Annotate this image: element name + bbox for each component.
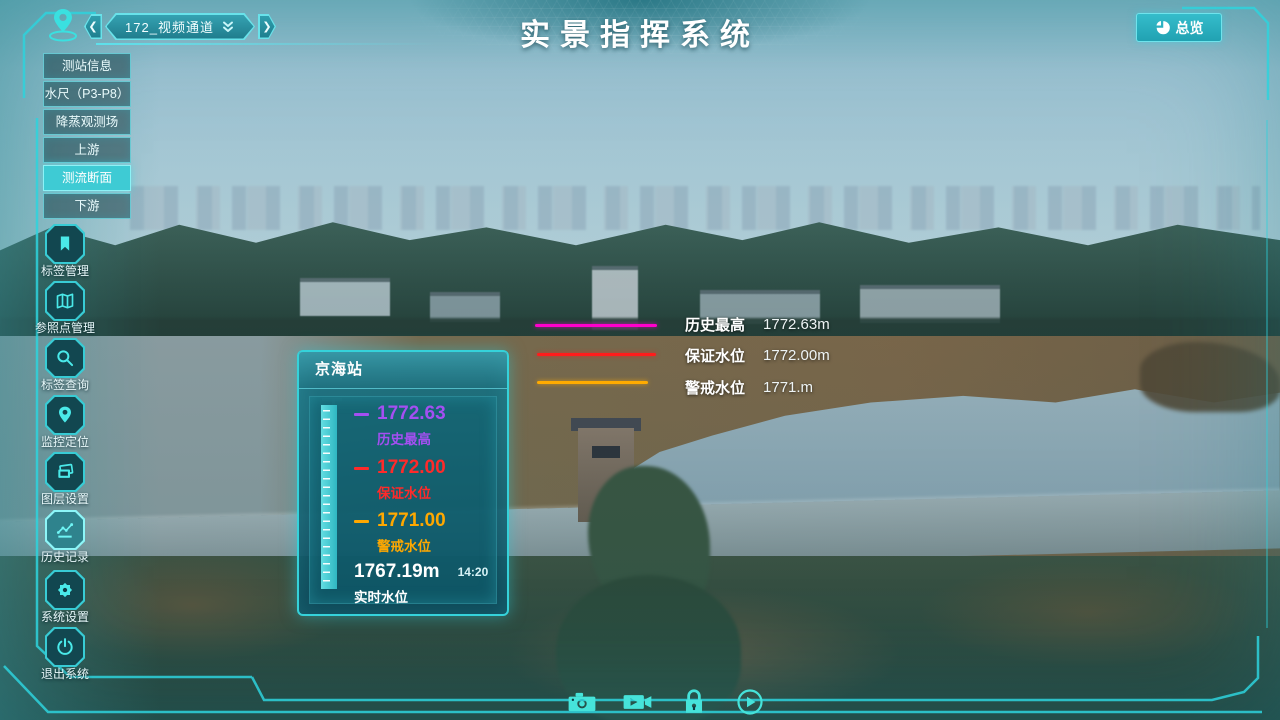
overlay-line-guarantee xyxy=(537,353,656,356)
layers-icon xyxy=(55,462,75,482)
chevron-right-icon: ❯ xyxy=(260,16,275,38)
station-panel-title: 京海站 xyxy=(299,352,507,389)
station-panel-body: 1772.63 历史最高 1772.00 保证水位 1771.00 警戒水位 1… xyxy=(309,396,497,604)
tool-label: 标签查询 xyxy=(22,376,108,393)
level-tick xyxy=(354,413,369,416)
channel-prev-button[interactable]: ❮ xyxy=(84,14,102,39)
scene-building xyxy=(300,278,390,316)
channel-select[interactable]: 172_视频通道 xyxy=(105,13,255,40)
overlay-line-warning xyxy=(537,381,648,384)
double-chevron-down-icon xyxy=(221,20,235,34)
history-chart-icon xyxy=(55,520,75,540)
tool-label: 退出系统 xyxy=(22,665,108,682)
location-pin-icon xyxy=(55,405,75,425)
tool-label: 系统设置 xyxy=(22,608,108,625)
nav-station-info[interactable]: 测站信息 xyxy=(43,53,131,79)
pie-chart-icon xyxy=(1155,20,1170,35)
tool-monitor-locate[interactable] xyxy=(45,395,85,435)
overlay-label-guarantee: 保证水位 1772.00m xyxy=(685,345,830,366)
lock-icon[interactable] xyxy=(678,686,710,718)
overlay-label-history-high: 历史最高 1772.63m xyxy=(685,314,830,335)
location-marker-icon xyxy=(40,6,86,49)
nav-flow-section[interactable]: 测流断面 xyxy=(43,165,131,191)
tool-label: 历史记录 xyxy=(22,548,108,565)
level-realtime: 1767.19m14:20 实时水位 xyxy=(354,561,488,606)
tool-layer-settings[interactable] xyxy=(45,452,85,492)
play-icon[interactable] xyxy=(734,686,766,718)
nav-water-gauge[interactable]: 水尺（P3-P8） xyxy=(43,81,131,107)
map-icon xyxy=(55,291,75,311)
tool-tag-manage[interactable] xyxy=(45,224,85,264)
level-history-high: 1772.63 历史最高 xyxy=(354,403,446,448)
level-tick xyxy=(354,520,369,523)
tool-label: 参照点管理 xyxy=(22,319,108,336)
channel-next-button[interactable]: ❯ xyxy=(258,14,276,39)
camera-icon[interactable] xyxy=(566,686,598,718)
tool-label: 图层设置 xyxy=(22,490,108,507)
level-tick xyxy=(354,467,369,470)
video-channel-selector: ❮ 172_视频通道 ❯ xyxy=(84,13,276,40)
level-warning: 1771.00 警戒水位 xyxy=(354,510,446,555)
tool-label: 标签管理 xyxy=(22,262,108,279)
level-guarantee: 1772.00 保证水位 xyxy=(354,457,446,502)
gear-icon xyxy=(55,580,75,600)
water-level-gauge xyxy=(321,405,337,589)
nav-downstream[interactable]: 下游 xyxy=(43,193,131,219)
app-window: 实景指挥系统 ❮ 172_视频通道 ❯ xyxy=(0,0,1280,720)
overview-button[interactable]: 总览 xyxy=(1136,13,1222,42)
power-icon xyxy=(55,637,75,657)
tool-history-records[interactable] xyxy=(45,510,85,550)
overlay-label-warning: 警戒水位 1771.m xyxy=(685,377,813,398)
overview-label: 总览 xyxy=(1176,18,1204,38)
tool-exit-system[interactable] xyxy=(45,627,85,667)
bottom-toolbar xyxy=(566,686,766,718)
nav-evaporation[interactable]: 降蒸观测场 xyxy=(43,109,131,135)
scene-watchtower xyxy=(592,446,620,458)
tool-tag-search[interactable] xyxy=(45,338,85,378)
video-camera-icon[interactable] xyxy=(622,686,654,718)
scene-city-skyline xyxy=(130,186,1260,230)
tool-system-settings[interactable] xyxy=(45,570,85,610)
tool-reference-points[interactable] xyxy=(45,281,85,321)
nav-upstream[interactable]: 上游 xyxy=(43,137,131,163)
bookmark-icon xyxy=(55,234,75,254)
tool-label: 监控定位 xyxy=(22,433,108,450)
chevron-left-icon: ❮ xyxy=(86,16,101,38)
station-panel: 京海站 1772.63 历史最高 1772.00 保证水位 1771.00 警戒… xyxy=(297,350,509,616)
overlay-line-history-high xyxy=(535,324,657,327)
search-icon xyxy=(55,348,75,368)
channel-value: 172_视频通道 xyxy=(125,17,214,36)
realtime-timestamp: 14:20 xyxy=(458,565,489,579)
